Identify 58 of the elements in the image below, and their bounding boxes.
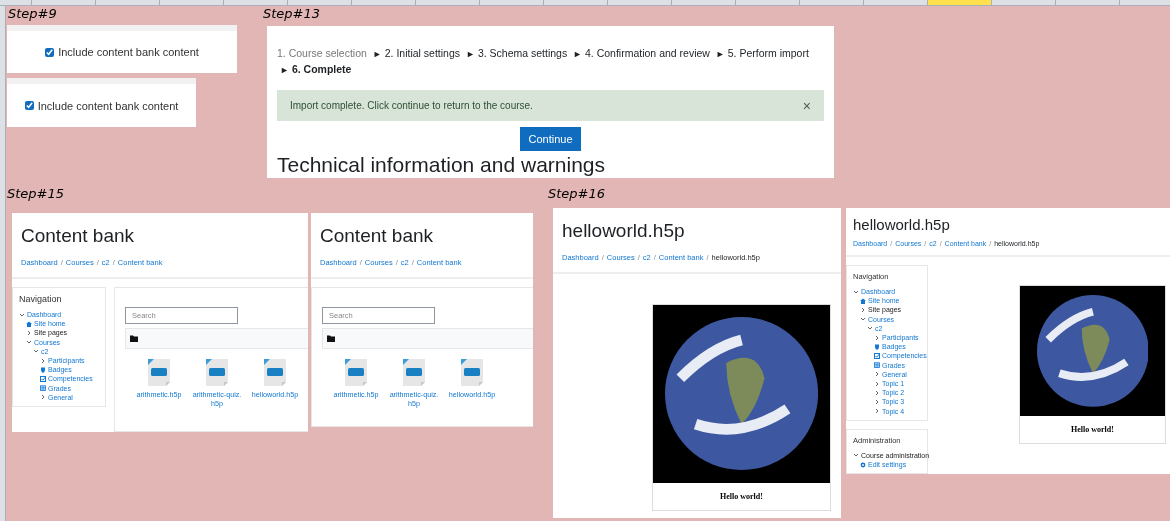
folder-icon[interactable] [130, 335, 138, 342]
checkbox-label[interactable]: Include content bank content [58, 46, 199, 58]
progress-step: 3. Schema settings [477, 47, 568, 59]
progress-step: 5. Perform import [727, 47, 809, 59]
chevron-down-icon[interactable] [853, 288, 859, 295]
checkbox[interactable] [45, 47, 55, 57]
arrow-separator: ► [715, 49, 725, 59]
chevron-right-icon[interactable] [874, 371, 880, 378]
step-label: Step#16 [548, 186, 606, 201]
continue-button[interactable]: Continue [520, 127, 581, 151]
step-label: Step#13 [263, 6, 321, 21]
page-title: helloworld.h5p [853, 216, 951, 233]
progress-step: 1. Course selection [277, 47, 367, 59]
arrow-separator: ► [573, 49, 582, 59]
page-title: Content bank [21, 225, 136, 247]
progress-step: 4. Confirmation and review [585, 47, 710, 59]
page-title: helloworld.h5p [562, 220, 686, 242]
close-button[interactable]: × [802, 97, 811, 114]
chevron-right-icon[interactable] [874, 380, 880, 387]
step-label: Step#15 [7, 186, 65, 201]
table-icon [40, 385, 46, 392]
arrow-separator: ► [280, 65, 289, 75]
chevron-right-icon[interactable] [860, 307, 866, 313]
chevron-right-icon[interactable] [874, 389, 880, 396]
chevron-down-icon[interactable] [33, 348, 39, 355]
block-title: Navigation [19, 294, 63, 304]
chevron-right-icon[interactable] [26, 330, 32, 336]
caption: Hello world! [1070, 424, 1115, 436]
checkbox-icon [40, 376, 46, 382]
progress-step: 2. Initial settings [384, 47, 461, 59]
chevron-right-icon[interactable] [40, 394, 46, 401]
chevron-down-icon[interactable] [867, 325, 873, 332]
chevron-down-icon[interactable] [860, 316, 866, 323]
checkbox-label[interactable]: Include content bank content [37, 99, 179, 112]
chevron-down-icon[interactable] [26, 339, 32, 346]
home-icon [860, 297, 866, 304]
chevron-right-icon[interactable] [874, 408, 880, 415]
shield-icon [40, 366, 46, 373]
chevron-right-icon[interactable] [40, 357, 46, 364]
section-heading: Technical information and warnings [277, 153, 606, 177]
chevron-down-icon[interactable] [853, 452, 859, 459]
settings-icon [860, 461, 866, 468]
alert-message: Import complete. Click continue to return to the course. [290, 100, 533, 111]
caption: Hello world! [719, 491, 764, 503]
home-icon [26, 320, 32, 327]
chevron-right-icon[interactable] [874, 334, 880, 341]
checkbox-icon [874, 353, 880, 359]
arrow-separator: ► [465, 49, 475, 59]
chevron-right-icon[interactable] [874, 399, 880, 406]
arrow-separator: ► [372, 49, 382, 59]
chevron-down-icon[interactable] [19, 311, 25, 318]
shield-icon [874, 343, 880, 350]
checkbox[interactable] [24, 101, 34, 110]
table-icon [874, 362, 880, 369]
step-label: Step#9 [8, 6, 57, 21]
page-title: Content bank [320, 225, 435, 247]
progress-step: 6. Complete [291, 63, 352, 75]
folder-icon[interactable] [327, 335, 335, 342]
